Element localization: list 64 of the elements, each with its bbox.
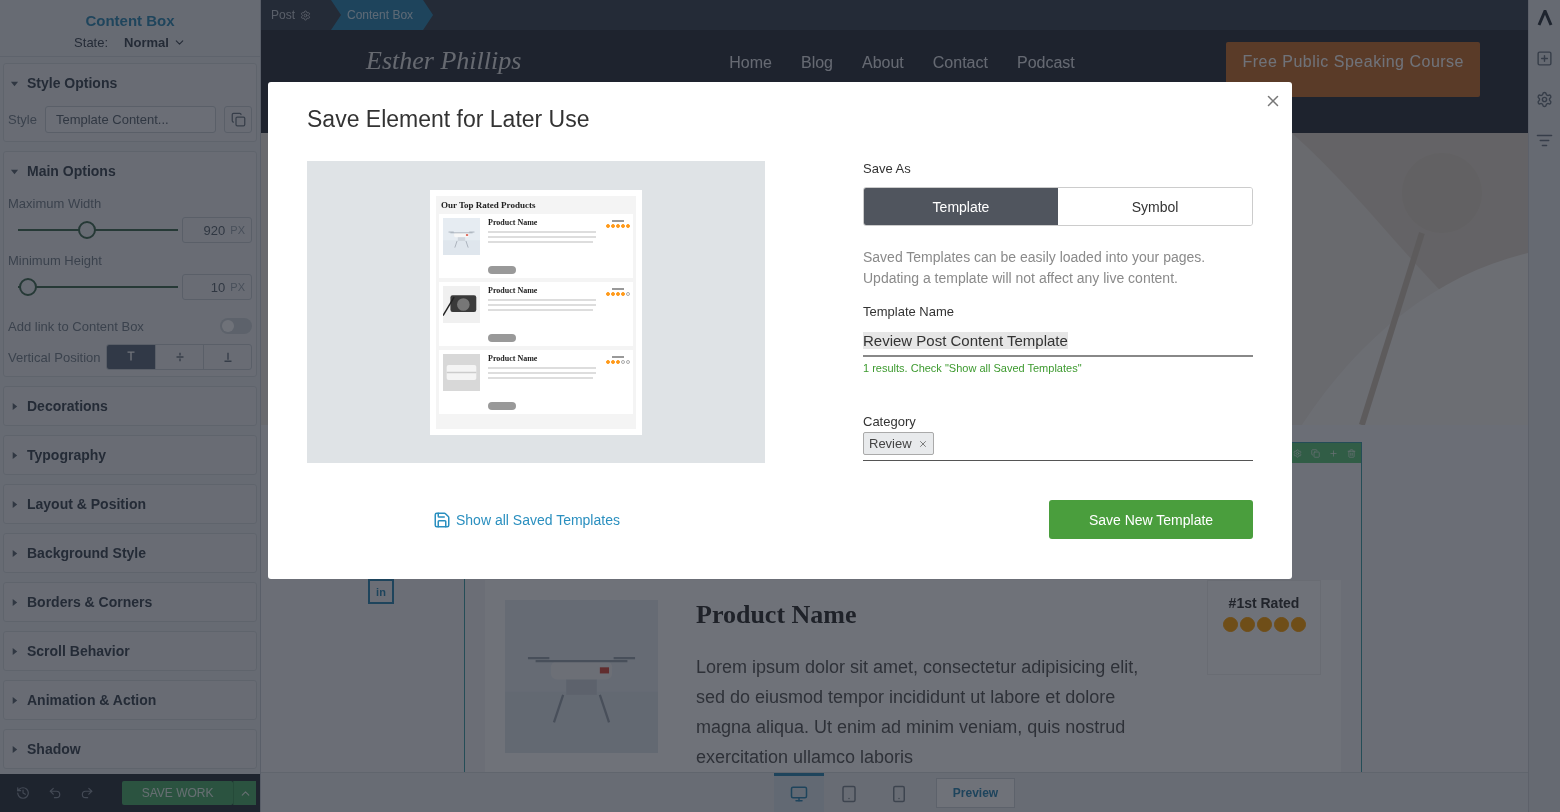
caret-right-icon	[10, 646, 19, 656]
category-field[interactable]: Review	[863, 432, 1253, 461]
save-options-button[interactable]	[233, 781, 256, 805]
product-description: Lorem ipsum dolor sit amet, consectetur adipisicing elit, sed do eiusmod tempor incididunt ut labore et dolore magna aliqua. Ut enim ad minim veniam, quis nostrud exercitation ullamco laboris	[696, 656, 1140, 769]
style-manage-button[interactable]	[224, 106, 252, 133]
section-header[interactable]: Borders & Corners	[4, 583, 256, 621]
section-header[interactable]: Background Style	[4, 534, 256, 572]
plus-icon[interactable]	[1329, 448, 1339, 458]
copy-icon[interactable]	[1310, 448, 1320, 458]
section-header[interactable]: Style Options	[4, 64, 256, 102]
caret-right-icon	[10, 597, 19, 607]
save-icon	[433, 510, 451, 529]
nav-link[interactable]: Blog	[800, 54, 833, 72]
caret-right-icon	[10, 499, 19, 509]
cta-button[interactable]: Free Public Speaking Course	[1226, 42, 1480, 97]
style-field[interactable]: Template Content...	[44, 106, 216, 133]
redo-icon[interactable]	[80, 785, 95, 801]
section-header[interactable]: Typography	[4, 436, 256, 474]
nav-link[interactable]: Home	[729, 54, 772, 72]
settings-icon[interactable]	[1536, 91, 1553, 108]
caret-right-icon	[10, 401, 19, 411]
device-button[interactable]	[773, 772, 824, 812]
caret-right-icon	[10, 548, 19, 558]
nav-link[interactable]: About	[862, 54, 904, 72]
add-icon[interactable]	[1536, 50, 1553, 67]
show-saved-templates-link[interactable]: Show all Saved Templates	[433, 510, 620, 529]
rank-label: #1st Rated	[1228, 595, 1300, 611]
section-header[interactable]: Scroll Behavior	[4, 632, 256, 670]
section-header[interactable]: Decorations	[4, 387, 256, 425]
copy-icon	[230, 112, 246, 127]
panel-title: Content Box	[85, 12, 175, 29]
nav-link[interactable]: Podcast	[1016, 54, 1075, 72]
section-header[interactable]: Animation & Action	[4, 681, 256, 719]
caret-right-icon	[10, 450, 19, 460]
tablet-icon	[839, 785, 858, 803]
position-option[interactable]	[107, 345, 155, 369]
linkedin-icon[interactable]: in	[368, 579, 394, 604]
desktop-icon	[789, 785, 808, 803]
section-header[interactable]: Main Options	[4, 152, 256, 190]
section-header[interactable]: Layout & Position	[4, 485, 256, 523]
slider-thumb[interactable]	[77, 221, 96, 239]
remove-icon	[917, 438, 928, 449]
save-template-button[interactable]: Save New Template	[1049, 500, 1253, 539]
number-value: 920	[203, 222, 226, 238]
preview-button[interactable]: Preview	[935, 777, 1016, 808]
nav-link[interactable]: Contact	[932, 54, 988, 72]
slider-thumb[interactable]	[18, 278, 37, 296]
product-title: Product Name	[696, 600, 858, 630]
caret-right-icon	[10, 695, 19, 705]
dialog-title: Save Element for Later Use	[307, 106, 591, 133]
undo-icon[interactable]	[48, 785, 63, 801]
logo-icon	[1536, 10, 1553, 26]
number-value: 10	[210, 279, 226, 295]
section-header[interactable]: Shadow	[4, 730, 256, 768]
category-tag[interactable]: Review	[863, 432, 934, 455]
trash-icon[interactable]	[1347, 448, 1357, 458]
state-label: State:	[74, 35, 109, 50]
state-dropdown[interactable]: Normal	[124, 35, 186, 50]
filter-icon[interactable]	[1536, 132, 1553, 149]
history-icon[interactable]	[16, 785, 31, 801]
site-logo: Esther Phillips	[366, 46, 522, 76]
settings-icon	[300, 9, 311, 21]
caret-right-icon	[10, 744, 19, 754]
breadcrumb-item[interactable]: Content Box	[331, 0, 434, 30]
